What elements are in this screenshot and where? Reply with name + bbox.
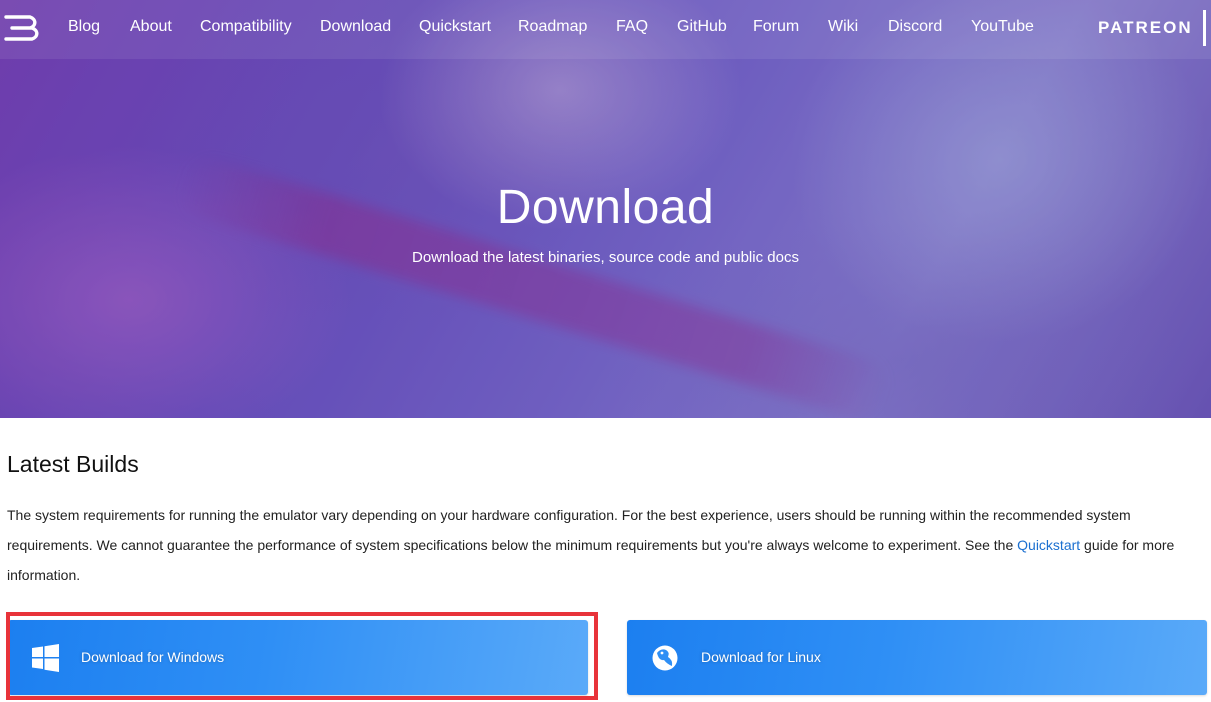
windows-icon [32, 644, 59, 672]
top-navigation: Blog About Compatibility Download Quicks… [0, 0, 1211, 59]
patreon-divider [1203, 10, 1206, 46]
hero-banner: Blog About Compatibility Download Quicks… [0, 0, 1211, 418]
nav-link-discord[interactable]: Discord [888, 18, 942, 36]
nav-link-faq[interactable]: FAQ [616, 18, 648, 36]
patreon-link[interactable]: PATREON [1098, 18, 1193, 38]
nav-link-forum[interactable]: Forum [753, 18, 799, 36]
nav-link-youtube[interactable]: YouTube [971, 18, 1034, 36]
latest-builds-heading: Latest Builds [7, 451, 139, 477]
system-requirements-text: The system requirements for running the … [7, 500, 1202, 590]
nav-link-quickstart[interactable]: Quickstart [419, 18, 491, 36]
page-subtitle: Download the latest binaries, source cod… [412, 249, 799, 266]
nav-link-github[interactable]: GitHub [677, 18, 727, 36]
nav-link-wiki[interactable]: Wiki [828, 18, 858, 36]
nav-link-blog[interactable]: Blog [68, 18, 100, 36]
download-windows-button[interactable]: Download for Windows [8, 620, 588, 695]
linux-icon [652, 645, 678, 671]
nav-link-download[interactable]: Download [320, 18, 391, 36]
yuzu-logo-icon[interactable] [4, 14, 40, 42]
nav-link-about[interactable]: About [130, 18, 172, 36]
page-title: Download [496, 181, 715, 234]
description-text-start: The system requirements for running the … [7, 507, 1131, 553]
quickstart-link[interactable]: Quickstart [1017, 537, 1080, 553]
nav-link-compatibility[interactable]: Compatibility [200, 18, 292, 36]
download-windows-label: Download for Windows [81, 649, 225, 665]
nav-link-roadmap[interactable]: Roadmap [518, 18, 587, 36]
download-linux-button[interactable]: Download for Linux [627, 620, 1207, 695]
download-linux-label: Download for Linux [701, 649, 821, 665]
